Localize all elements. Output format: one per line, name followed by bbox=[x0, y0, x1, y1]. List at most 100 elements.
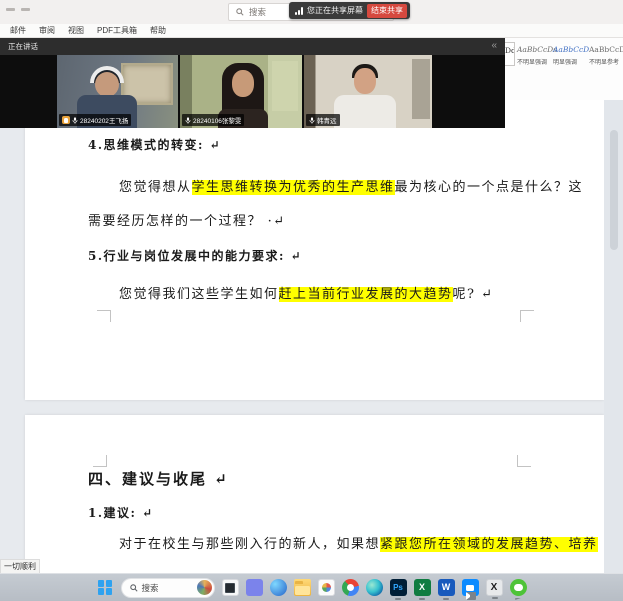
style-item[interactable]: AaBbCcD 明显强调 bbox=[553, 42, 587, 66]
document-line: 四、建议与收尾 ↵ bbox=[88, 415, 586, 488]
text-segment: 四、建议与收尾 ↵ bbox=[88, 470, 229, 488]
highlighted-text: 赶上当前行业发展的大趋势 bbox=[279, 287, 453, 302]
participant-name: 韩青远 bbox=[317, 115, 337, 125]
style-preview-text: AaBbCcDs bbox=[517, 45, 551, 54]
document-line: 您觉得我们这些学生如何赶上当前行业发展的大趋势呢? ↵ bbox=[88, 286, 586, 303]
video-thumbnails-strip: 28240202王飞扬 28240106张黎雯 韩青远 bbox=[0, 55, 505, 128]
text-segment: 1.建议: ↵ bbox=[88, 506, 154, 520]
text-segment: 4.思维模式的转变: ↵ bbox=[88, 138, 221, 152]
participant-name: 28240202王飞扬 bbox=[80, 115, 128, 125]
text-segment: 呢? ↵ bbox=[453, 287, 494, 302]
style-preview-text: AaBbCcD bbox=[589, 45, 623, 54]
ribbon-tab[interactable]: PDF工具箱 bbox=[97, 25, 137, 36]
person-head bbox=[232, 70, 254, 97]
word-icon[interactable]: W bbox=[438, 579, 455, 596]
margin-mark bbox=[97, 310, 111, 322]
app-glyph: X bbox=[491, 583, 498, 593]
ribbon-tab-bar: 邮件 审阅 视图 PDF工具箱 帮助 bbox=[0, 24, 623, 38]
start-button[interactable] bbox=[97, 579, 114, 596]
ribbon-tab[interactable]: 帮助 bbox=[150, 25, 166, 36]
participant-label: 韩青远 bbox=[306, 114, 340, 126]
app-glyph: W bbox=[442, 583, 451, 592]
share-status-text: 您正在共享屏幕 bbox=[307, 5, 363, 16]
ribbon-tab[interactable]: 视图 bbox=[68, 25, 84, 36]
document-line: 您觉得想从学生思维转换为优秀的生产思维最为核心的一个点是什么？这 bbox=[88, 179, 586, 196]
search-icon bbox=[236, 8, 244, 16]
participant-video[interactable]: 28240106张黎雯 bbox=[180, 55, 302, 128]
margin-mark bbox=[520, 310, 534, 322]
edge-icon[interactable] bbox=[366, 579, 383, 596]
screen: 4.思维模式的转变: ↵ 您觉得想从学生思维转换为优秀的生产思维最为核心的一个点是… bbox=[0, 0, 623, 601]
document-line: 1.建议: ↵ bbox=[88, 505, 586, 522]
floating-caption: 一切顺利 bbox=[0, 559, 40, 574]
quick-access-toolbar[interactable] bbox=[6, 8, 30, 11]
taskbar-search-label: 搜索 bbox=[142, 582, 193, 594]
style-preview-text: AaBbCcD bbox=[553, 45, 587, 54]
chrome-icon[interactable] bbox=[342, 579, 359, 596]
participant-name: 28240106张黎雯 bbox=[193, 115, 241, 125]
mic-icon bbox=[185, 117, 191, 124]
photos-icon[interactable] bbox=[318, 579, 335, 596]
copilot-icon[interactable] bbox=[270, 579, 287, 596]
document-line: 5.行业与岗位发展中的能力要求: ↵ bbox=[88, 248, 586, 265]
search-icon bbox=[130, 584, 138, 592]
document-line: 对于在校生与那些刚入行的新人，如果想紧跟您所在领域的发展趋势、培养 bbox=[88, 536, 586, 553]
style-gallery: Dd AaBbCcDs不明显强调AaBbCcD明显强调AaBbCcD不明显参考 bbox=[505, 38, 623, 100]
excel-icon[interactable]: X bbox=[414, 579, 431, 596]
mic-icon bbox=[309, 117, 315, 124]
teams-icon[interactable] bbox=[246, 579, 263, 596]
style-item-partial[interactable]: Dd bbox=[505, 42, 515, 66]
end-share-button[interactable]: 结束共享 bbox=[367, 4, 407, 18]
meeting-video-overlay: 正在讲话 « 28240202王飞扬 28240106张黎雯 韩青远 bbox=[0, 38, 505, 128]
speaking-label: 正在讲话 bbox=[8, 41, 38, 52]
style-item[interactable]: AaBbCcDs 不明显强调 bbox=[517, 42, 551, 66]
task-view-icon[interactable] bbox=[222, 579, 239, 596]
text-segment: 5.行业与岗位发展中的能力要求: ↵ bbox=[88, 249, 302, 263]
file-explorer-icon[interactable] bbox=[294, 579, 311, 596]
text-segment: 您觉得想从 bbox=[119, 180, 192, 195]
margin-mark bbox=[93, 455, 107, 467]
raised-hand-icon bbox=[62, 116, 70, 124]
person-torso bbox=[334, 95, 396, 128]
style-name: 不明显参考 bbox=[589, 57, 623, 66]
text-segment: 需要经历怎样的一个过程？ ·↵ bbox=[88, 214, 286, 229]
taskbar: 搜索 Ps X W X bbox=[0, 573, 623, 601]
scrollbar[interactable] bbox=[604, 100, 623, 573]
app-glyph: X bbox=[419, 583, 425, 592]
text-segment: 最为核心的一个点是什么？这 bbox=[395, 180, 584, 195]
participant-label: 28240202王飞扬 bbox=[59, 114, 131, 126]
wechat-icon[interactable] bbox=[510, 579, 527, 596]
app-glyph: Ps bbox=[393, 584, 403, 592]
collapse-chevrons-icon[interactable]: « bbox=[491, 40, 497, 51]
search-label: 搜索 bbox=[249, 6, 266, 18]
screen-share-banner: 您正在共享屏幕 结束共享 bbox=[289, 2, 410, 19]
text-segment: 对于在校生与那些刚入行的新人，如果想 bbox=[119, 537, 380, 552]
document-line: 需要经历怎样的一个过程？ ·↵ bbox=[88, 213, 586, 230]
ribbon-tab[interactable]: 邮件 bbox=[10, 25, 26, 36]
participant-video[interactable]: 韩青远 bbox=[304, 55, 432, 128]
background-decor bbox=[272, 61, 298, 111]
signal-icon bbox=[295, 7, 303, 15]
document-page-1: 4.思维模式的转变: ↵ 您觉得想从学生思维转换为优秀的生产思维最为核心的一个点是… bbox=[25, 100, 604, 400]
style-item[interactable]: AaBbCcD 不明显参考 bbox=[589, 42, 623, 66]
scrollbar-thumb[interactable] bbox=[610, 130, 618, 250]
speaking-bar: 正在讲话 « bbox=[0, 38, 505, 55]
meeting-icon[interactable] bbox=[462, 579, 479, 596]
margin-mark bbox=[517, 455, 531, 467]
ribbon-tab[interactable]: 审阅 bbox=[39, 25, 55, 36]
x-icon[interactable]: X bbox=[486, 579, 503, 596]
document-page-2: 四、建议与收尾 ↵ 1.建议: ↵ 对于在校生与那些刚入行的新人，如果想紧跟您所在领… bbox=[25, 415, 604, 573]
style-name: 不明显强调 bbox=[517, 57, 551, 66]
person-head bbox=[354, 68, 376, 94]
photoshop-icon[interactable]: Ps bbox=[390, 579, 407, 596]
style-name: 明显强调 bbox=[553, 57, 587, 66]
background-decor bbox=[412, 59, 430, 119]
participant-label: 28240106张黎雯 bbox=[182, 114, 244, 126]
search-highlight-image[interactable] bbox=[197, 580, 212, 595]
text-segment: 您觉得我们这些学生如何 bbox=[119, 287, 279, 302]
highlighted-text: 学生思维转换为优秀的生产思维 bbox=[192, 180, 395, 195]
taskbar-search[interactable]: 搜索 bbox=[121, 578, 215, 598]
mic-icon bbox=[72, 117, 78, 124]
participant-video[interactable]: 28240202王飞扬 bbox=[57, 55, 178, 128]
highlighted-text: 紧跟您所在领域的发展趋势、培养 bbox=[380, 537, 598, 552]
